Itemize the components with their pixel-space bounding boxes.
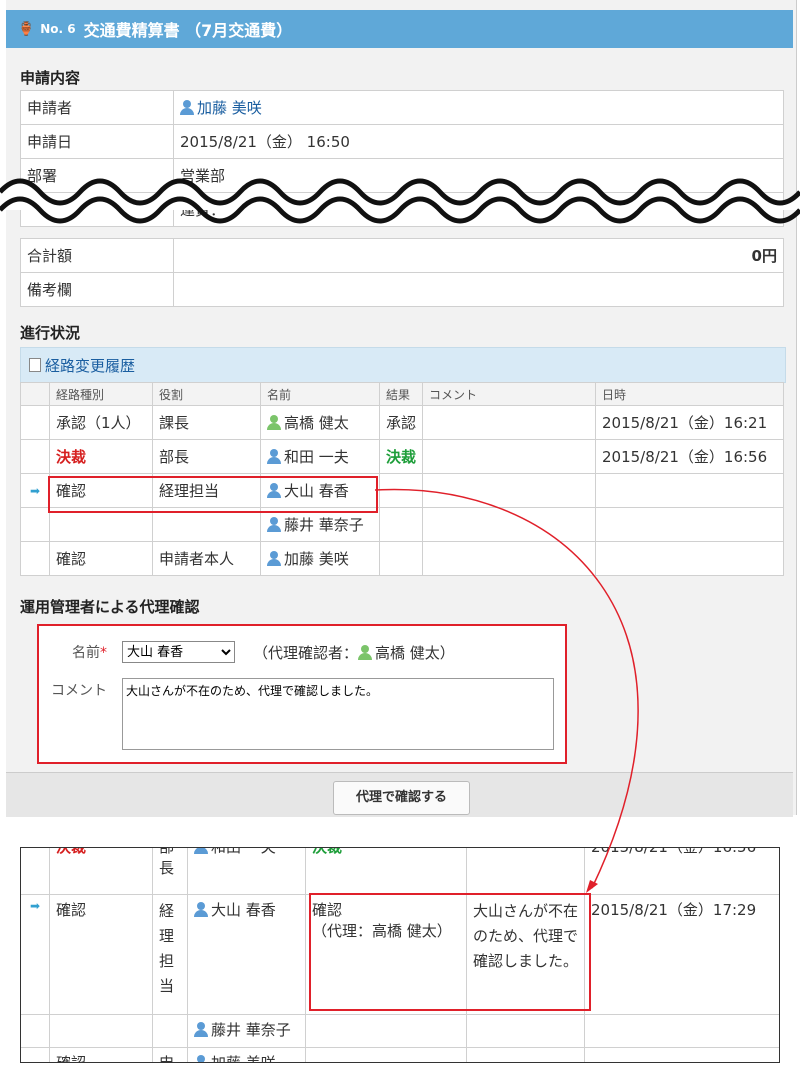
callout-arrow [374,488,639,893]
